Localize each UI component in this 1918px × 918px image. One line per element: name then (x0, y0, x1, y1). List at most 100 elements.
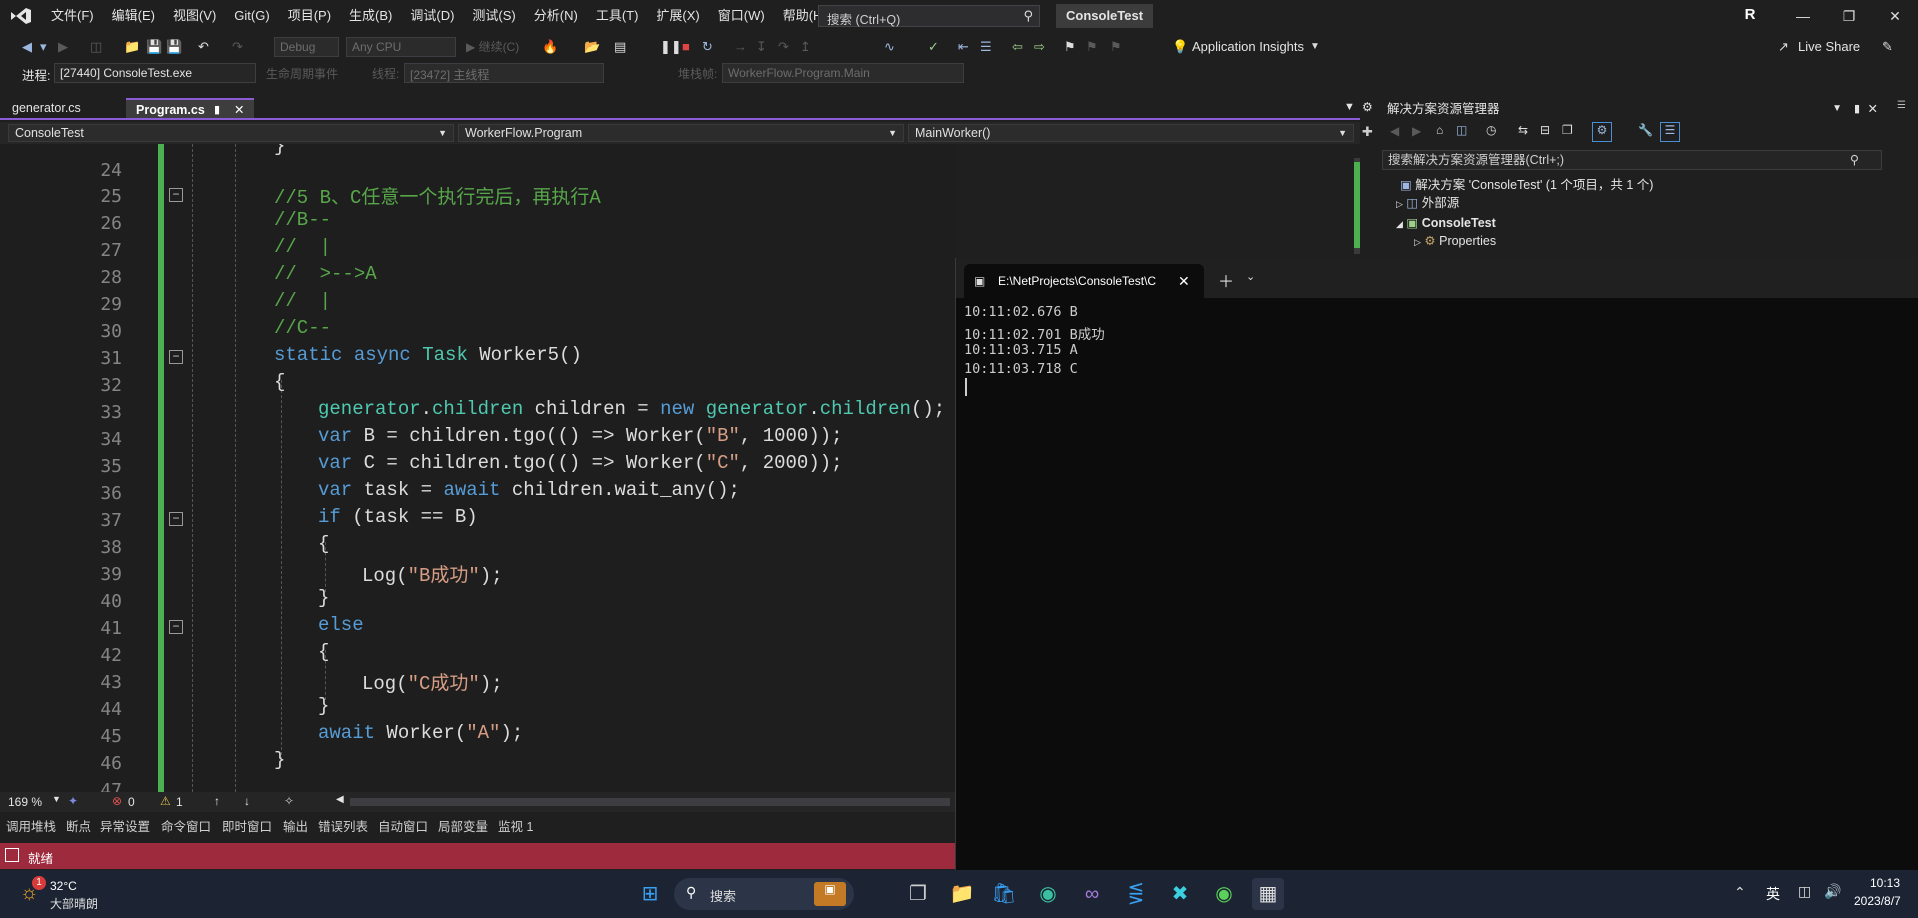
split-editor-icon[interactable]: ✚ (1362, 124, 1373, 140)
open-file-icon[interactable]: 📁 (124, 37, 140, 57)
sync-icon[interactable]: ⇆ (1518, 123, 1528, 137)
tree-external-sources[interactable]: ▷ ◫ 外部源 (1396, 194, 1459, 213)
file-explorer-icon[interactable]: 📁 (946, 878, 978, 910)
store-icon[interactable]: 🛍 (988, 878, 1020, 910)
weather-widget[interactable]: ☼ 1 32°C 大部晴朗 (16, 876, 136, 911)
prev-bookmark-icon[interactable]: ⚑ (1086, 37, 1098, 57)
save-all-icon[interactable]: 💾 (166, 37, 182, 57)
zoom-level[interactable]: 169 % (8, 795, 42, 809)
tab-dropdown-icon[interactable]: ⌄ (1246, 270, 1255, 283)
panel-dropdown-icon[interactable]: ▼ (1832, 98, 1842, 120)
menu-window[interactable]: 窗口(W) (709, 0, 774, 32)
back-dropdown-icon[interactable]: ▾ (40, 37, 47, 57)
step-into-icon[interactable]: ↧ (756, 37, 767, 57)
visual-studio-logo-icon[interactable] (4, 0, 38, 32)
tab-call-stack[interactable]: 调用堆栈 (6, 816, 56, 838)
close-window-icon[interactable]: ✕ (1872, 0, 1918, 32)
wechat-icon[interactable]: ◉ (1208, 878, 1240, 910)
close-panel-icon[interactable]: ✕ (1868, 98, 1878, 120)
menu-build[interactable]: 生成(B) (340, 0, 401, 32)
save-icon[interactable]: 💾 (146, 37, 162, 57)
next-issue-icon[interactable]: ↓ (244, 794, 250, 808)
warning-count[interactable]: 1 (176, 795, 183, 809)
editor-vertical-scrollbar[interactable] (1354, 158, 1360, 254)
tree-solution[interactable]: ▣ 解决方案 'ConsoleTest' (1 个项目，共 1 个) (1400, 176, 1653, 194)
app-insights-icon[interactable]: 💡 (1172, 37, 1188, 57)
live-share-button[interactable]: Live Share (1798, 37, 1860, 57)
start-icon[interactable]: ⊞ (634, 878, 666, 910)
stack-frame-select[interactable]: WorkerFlow.Program.Main (722, 63, 964, 83)
next-bookmark-icon[interactable]: ⚑ (1110, 37, 1122, 57)
expand-icon[interactable]: ▷ (1414, 237, 1421, 247)
error-count[interactable]: 0 (128, 795, 135, 809)
show-all-files-icon[interactable]: ❐ (1562, 123, 1573, 137)
horizontal-scrollbar[interactable] (350, 798, 950, 806)
stop-icon[interactable]: ■ (682, 37, 690, 57)
step-out-icon[interactable]: ↥ (800, 37, 811, 57)
volume-icon[interactable]: 🔊 (1824, 883, 1841, 900)
menu-file[interactable]: 文件(F) (42, 0, 103, 32)
visual-studio-icon[interactable]: ∞ (1076, 878, 1108, 910)
layout-icon[interactable]: ▤ (614, 37, 626, 57)
menu-analyze[interactable]: 分析(N) (525, 0, 587, 32)
tab-exception-settings[interactable]: 异常设置 (100, 816, 150, 838)
terminal-tab[interactable]: ▣ E:\NetProjects\ConsoleTest\C ✕ (964, 264, 1204, 298)
taskbar-search[interactable]: ⚲ 搜索 ▣ (674, 878, 854, 910)
global-search-input[interactable]: 搜索 (Ctrl+Q) ⚲ (818, 5, 1040, 27)
preview-icon[interactable]: ☰ (1660, 122, 1680, 142)
home-icon[interactable]: ⌂ (1436, 123, 1443, 137)
tab-command-window[interactable]: 命令窗口 (161, 816, 211, 838)
network-icon[interactable]: ◫ (1798, 883, 1811, 900)
menu-test[interactable]: 测试(S) (463, 0, 524, 32)
ime-indicator[interactable]: 英 (1766, 884, 1780, 904)
collapse-icon[interactable]: ◢ (1396, 219, 1403, 229)
solution-search-input[interactable]: 搜索解决方案资源管理器(Ctrl+;) ⚲ (1382, 150, 1882, 170)
expand-icon[interactable]: ▷ (1396, 199, 1403, 209)
format-icon[interactable]: ⇤ (958, 37, 969, 57)
side-panel-tab-icon[interactable]: ☰ (1896, 100, 1907, 111)
tab-error-list[interactable]: 错误列表 (318, 816, 368, 838)
rider-icon[interactable]: ✖ (1164, 878, 1196, 910)
ai-assist-icon[interactable]: ✦ (68, 794, 78, 808)
tab-autos[interactable]: 自动窗口 (378, 816, 428, 838)
member-select[interactable]: MainWorker() ▼ (908, 124, 1354, 142)
tab-immediate-window[interactable]: 即时窗口 (222, 816, 272, 838)
type-select[interactable]: WorkerFlow.Program ▼ (458, 124, 904, 142)
new-tab-icon[interactable]: ＋ (1218, 268, 1234, 292)
forward-icon[interactable]: ▶ (58, 37, 68, 57)
feedback-icon[interactable]: ✎ (1882, 37, 1893, 57)
tab-settings-icon[interactable]: ⚙ (1362, 100, 1373, 114)
switch-views-icon[interactable]: ◫ (1456, 123, 1467, 137)
application-insights-button[interactable]: Application Insights (1192, 37, 1304, 57)
browse-icon[interactable]: 📂 (584, 37, 600, 57)
properties-icon[interactable]: 🔧 (1638, 123, 1653, 137)
collapse-all-icon[interactable]: ⊟ (1540, 123, 1550, 137)
collapse-icon[interactable]: − (169, 188, 183, 202)
menu-project[interactable]: 项目(P) (279, 0, 340, 32)
app-insights-dropdown-icon[interactable]: ▼ (1310, 37, 1320, 57)
scroll-left-icon[interactable]: ◀ (336, 794, 344, 805)
tab-generator-cs[interactable]: generator.cs (2, 98, 91, 118)
continue-button[interactable]: ▶ 继续(C) (466, 37, 519, 57)
tree-properties[interactable]: ▷ ⚙ Properties (1414, 232, 1496, 251)
pending-changes-icon[interactable]: ◷ (1486, 123, 1496, 137)
bookmark-icon[interactable]: ⚑ (1064, 37, 1076, 57)
tab-locals[interactable]: 局部变量 (438, 816, 488, 838)
process-select[interactable]: [27440] ConsoleTest.exe (54, 63, 256, 83)
tab-watch-1[interactable]: 监视 1 (498, 816, 533, 838)
back-icon[interactable]: ◀ (1390, 124, 1399, 138)
outdent-icon[interactable]: ⇦ (1012, 37, 1023, 57)
menu-tools[interactable]: 工具(T) (587, 0, 648, 32)
pause-icon[interactable]: ❚❚ (660, 37, 682, 57)
menu-extensions[interactable]: 扩展(X) (647, 0, 708, 32)
restore-icon[interactable]: ❐ (1826, 0, 1872, 32)
clock-date[interactable]: 2023/8/7 (1854, 894, 1901, 908)
pin-panel-icon[interactable]: ▮ (1854, 98, 1860, 120)
task-view-icon[interactable]: ❐ (902, 878, 934, 910)
restart-icon[interactable]: ↻ (702, 37, 713, 57)
new-project-icon[interactable]: ◫ (90, 37, 102, 57)
account-avatar[interactable]: R (1740, 6, 1760, 26)
close-tab-icon[interactable]: ✕ (234, 100, 244, 120)
terminal-window[interactable]: ▣ E:\NetProjects\ConsoleTest\C ✕ ＋ ⌄ 10:… (955, 258, 1918, 870)
code-cleanup-icon[interactable]: ✧ (284, 794, 294, 808)
